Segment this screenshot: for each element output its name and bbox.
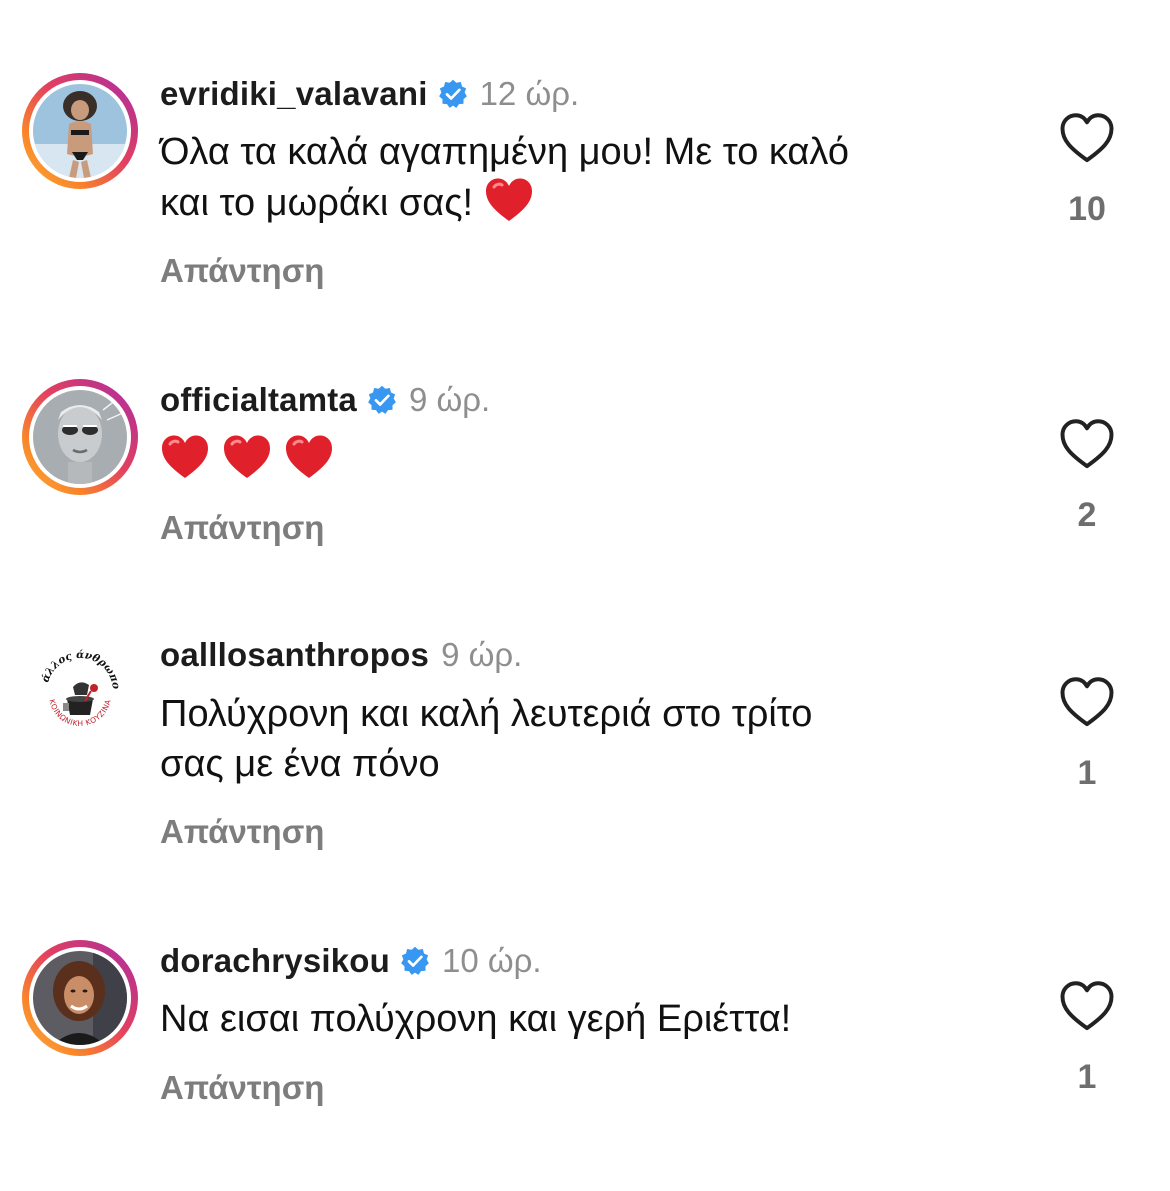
timestamp: 10 ώρ. [442,942,542,979]
username[interactable]: oalllosanthropos [160,636,429,674]
like-column: 10 [1052,112,1122,229]
username[interactable]: evridiki_valavani [160,75,428,113]
avatar[interactable] [22,379,138,495]
comment-text [160,434,1020,485]
username[interactable]: officialtamta [160,381,357,419]
reply-button[interactable]: Απάντηση [160,252,324,290]
timestamp: 12 ώρ. [479,75,580,112]
reply-button[interactable]: Απάντηση [160,813,324,851]
reply-button[interactable]: Απάντηση [160,509,324,547]
like-count[interactable]: 10 [1052,190,1122,229]
like-count[interactable]: 2 [1052,496,1122,535]
verified-badge-icon [400,946,430,976]
heart-outline-icon[interactable] [1059,112,1115,164]
heart-outline-icon[interactable] [1059,980,1115,1032]
like-column: 1 [1052,980,1122,1097]
timestamp: 9 ώρ. [441,636,523,673]
red-heart-emoji [222,434,272,480]
red-heart-emoji [284,434,334,480]
verified-badge-icon [367,385,397,415]
comment-text-line: και το μωράκι σας! [160,177,1020,228]
comment-text: Να εισαι πολύχρονη και γερή Εριέττα! [160,994,1020,1044]
like-column: 2 [1052,418,1122,535]
like-count[interactable]: 1 [1052,754,1122,793]
avatar[interactable] [22,940,138,1056]
comment-text-line: σας με ένα πόνο [160,743,440,785]
heart-outline-icon[interactable] [1059,418,1115,470]
comment-text-fragment: και το μωράκι σας! [160,182,474,224]
red-heart-emoji [160,434,210,480]
comment-text-line: Πολύχρονη και καλή λευτεριά στο τρίτο [160,693,813,735]
comment-text: Όλα τα καλά αγαπημένη μου! Με το καλό κα… [160,127,1020,228]
oallosanthropos-logo: Ο άλλος άνθρωπος ΚΟΙΝΩΝΙΚΗ ΚΟΥΖΙΝΑ [33,645,127,739]
verified-badge-icon [438,79,468,109]
comment-text-line: Όλα τα καλά αγαπημένη μου! Με το καλό [160,131,849,173]
username[interactable]: dorachrysikou [160,942,390,980]
like-count[interactable]: 1 [1052,1058,1122,1097]
avatar[interactable] [22,73,138,189]
like-column: 1 [1052,676,1122,793]
reply-button[interactable]: Απάντηση [160,1069,324,1107]
comment-text-line: Να εισαι πολύχρονη και γερή Εριέττα! [160,998,792,1040]
comment-text: Πολύχρονη και καλή λευτεριά στο τρίτο σα… [160,689,1020,789]
heart-outline-icon[interactable] [1059,676,1115,728]
avatar[interactable]: Ο άλλος άνθρωπος ΚΟΙΝΩΝΙΚΗ ΚΟΥΖΙΝΑ [22,634,138,750]
timestamp: 9 ώρ. [408,381,491,418]
red-heart-emoji [484,177,534,223]
